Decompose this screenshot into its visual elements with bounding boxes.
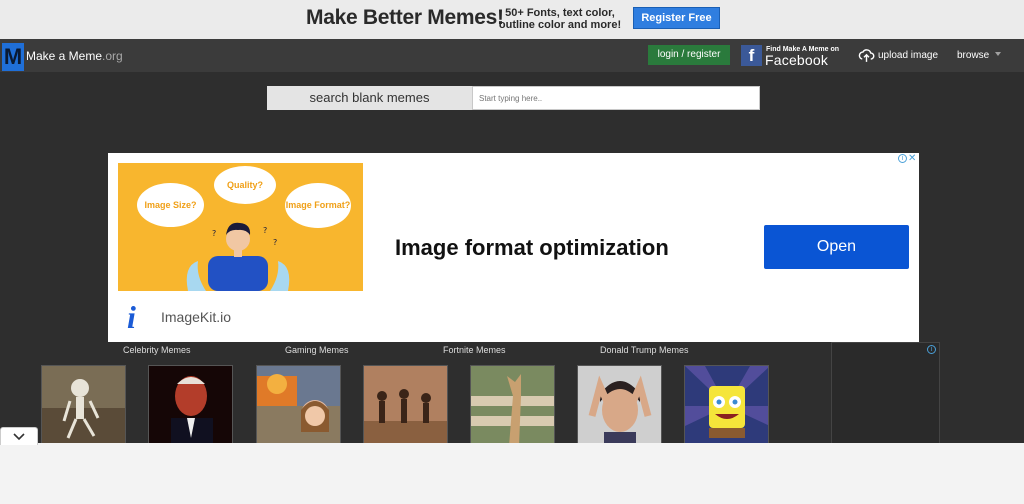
bottom-bar <box>0 443 1024 504</box>
login-register-button[interactable]: login / register <box>648 45 730 65</box>
meme-thumb-waiting-skeleton[interactable] <box>41 365 126 445</box>
meme-thumb-imagination-spongebob[interactable] <box>684 365 769 445</box>
svg-text:?: ? <box>273 238 277 247</box>
facebook-label[interactable]: Facebook <box>765 52 828 68</box>
category-fortnite[interactable]: Fortnite Memes <box>443 345 506 355</box>
svg-text:?: ? <box>263 226 267 235</box>
skeleton-thumb-image <box>42 366 125 444</box>
ad-image[interactable]: Image Size? Quality? Image Format? ? ? ? <box>118 163 363 291</box>
biden-thumb-image <box>149 366 232 444</box>
ad-bubble-quality: Quality? <box>214 166 276 204</box>
promo-subtitle: 50+ Fonts, text color, outline color and… <box>497 7 623 31</box>
thinking-person-illustration: ? ? ? <box>186 222 290 291</box>
side-ad-info-icon[interactable]: i <box>927 345 936 354</box>
search-input[interactable] <box>472 86 760 110</box>
promo-subtitle-line2: outline color and more! <box>498 19 622 31</box>
ad-close-icon[interactable]: ✕ <box>908 153 916 164</box>
category-gaming[interactable]: Gaming Memes <box>285 345 349 355</box>
side-ad[interactable]: i <box>831 342 940 444</box>
logo-icon[interactable]: M <box>2 43 24 71</box>
logo-tld: .org <box>102 49 123 63</box>
imagekit-logo-icon[interactable]: i <box>127 299 136 336</box>
meme-thumb-joe-biden[interactable] <box>148 365 233 445</box>
meme-thumb-dancing-kids[interactable] <box>363 365 448 445</box>
promo-banner: Make Better Memes! 50+ Fonts, text color… <box>0 0 1024 39</box>
register-free-button[interactable]: Register Free <box>633 7 720 29</box>
collapse-toggle[interactable] <box>0 427 38 445</box>
jackie-chan-thumb-image <box>578 366 661 444</box>
upload-image-link[interactable]: upload image <box>878 50 938 61</box>
svg-text:?: ? <box>212 229 216 238</box>
ad-headline[interactable]: Image format optimization <box>395 235 669 261</box>
site-logo-link[interactable]: Make a Meme.org <box>26 49 123 63</box>
meme-thumb-disaster-girl[interactable] <box>256 365 341 445</box>
disaster-girl-thumb-image <box>257 366 340 444</box>
cloud-upload-icon[interactable] <box>858 47 875 64</box>
category-celebrity[interactable]: Celebrity Memes <box>123 345 191 355</box>
dancing-kids-thumb-image <box>364 366 447 444</box>
meme-thumb-whyyy-cat[interactable] <box>470 365 555 445</box>
ad-info-icon[interactable]: i <box>898 154 907 163</box>
browse-menu[interactable]: browse <box>957 50 989 61</box>
facebook-icon[interactable]: f <box>741 45 762 66</box>
meme-thumb-jackie-chan[interactable] <box>577 365 662 445</box>
logo-name: Make a Meme <box>26 49 103 63</box>
ad-open-button[interactable]: Open <box>764 225 909 269</box>
search-label: search blank memes <box>267 86 472 110</box>
cat-thumb-image <box>471 366 554 444</box>
ad-brand[interactable]: ImageKit.io <box>161 309 231 325</box>
chevron-down-icon[interactable] <box>12 432 26 442</box>
spongebob-thumb-image <box>685 366 768 444</box>
promo-title: Make Better Memes! <box>306 6 504 29</box>
caret-down-icon[interactable] <box>995 52 1001 56</box>
ad-banner[interactable]: Image Size? Quality? Image Format? ? ? ?… <box>108 153 919 342</box>
promo-subtitle-line1: 50+ Fonts, text color, <box>505 7 615 19</box>
category-donald-trump[interactable]: Donald Trump Memes <box>600 345 689 355</box>
